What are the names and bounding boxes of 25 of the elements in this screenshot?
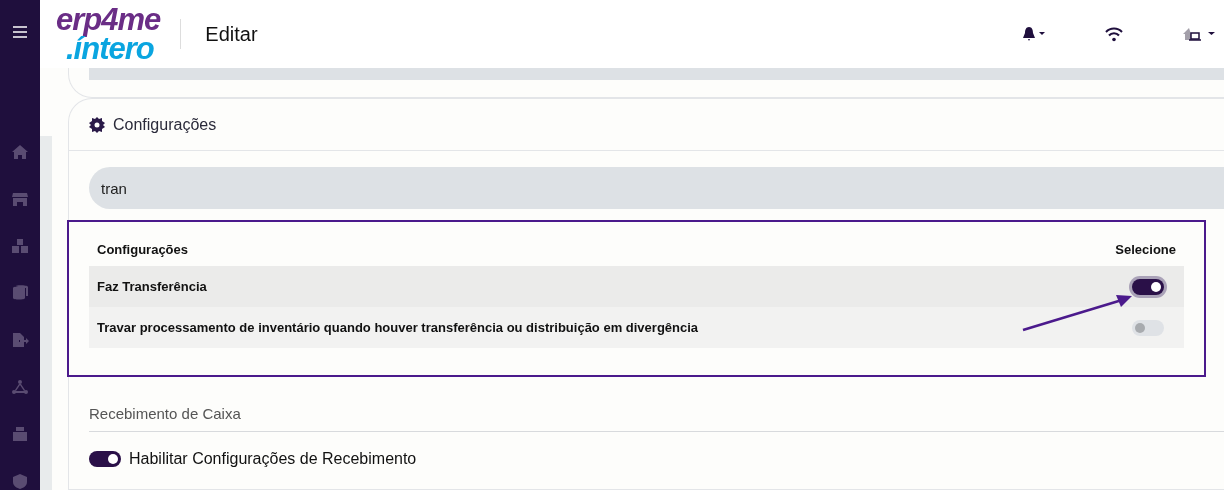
wifi-icon[interactable] — [1104, 26, 1124, 42]
house-icon[interactable] — [11, 144, 29, 160]
shield-icon[interactable] — [11, 473, 29, 489]
toggle-label: Habilitar Configurações de Recebimento — [129, 450, 417, 468]
section-title: Recebimento de Caixa — [89, 404, 241, 422]
card-title: Configurações — [113, 115, 217, 134]
boxes-icon[interactable] — [11, 238, 29, 254]
home-laptop-icon[interactable] — [1182, 26, 1216, 42]
toggle-switch[interactable] — [89, 451, 121, 467]
setting-label: Faz Transferência — [97, 279, 207, 294]
network-icon[interactable] — [11, 379, 29, 395]
menu-icon[interactable] — [13, 26, 27, 38]
settings-icon — [89, 116, 105, 133]
store-icon[interactable] — [11, 191, 29, 207]
bell-icon[interactable] — [1022, 26, 1046, 42]
toggle-switch[interactable] — [1132, 278, 1164, 295]
logo: erp4me .íntero — [56, 4, 161, 64]
setting-label: Travar processamento de inventário quando houver transferência ou distribuição em divergência — [97, 320, 699, 335]
toggle-switch[interactable] — [1132, 319, 1164, 336]
page-title: Editar — [205, 22, 258, 46]
column-header: Selecione — [1115, 241, 1176, 257]
cash-register-icon[interactable] — [11, 426, 29, 442]
search-field[interactable]: tran — [89, 167, 1224, 209]
file-export-icon[interactable] — [11, 332, 29, 348]
column-header: Configurações — [97, 241, 188, 257]
